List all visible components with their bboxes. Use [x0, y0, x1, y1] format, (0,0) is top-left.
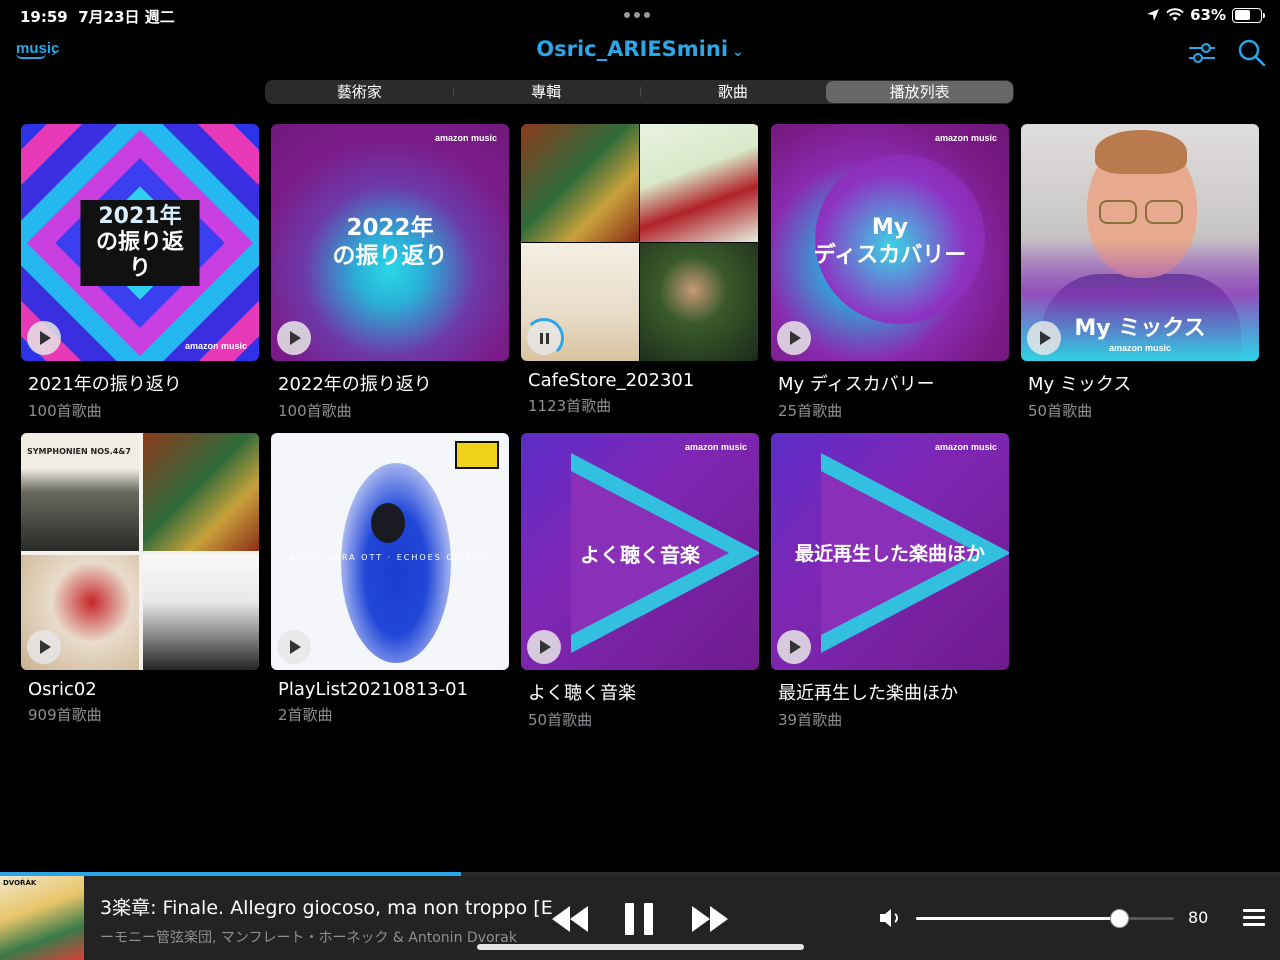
volume-value: 80 [1188, 908, 1209, 927]
playlist-artwork[interactable]: amazon music 2022年 の振り返り [271, 124, 509, 361]
now-playing-title[interactable]: 3楽章: Finale. Allegro giocoso, ma non tro… [100, 893, 552, 920]
amazon-music-brand: amazon music [934, 442, 997, 452]
status-time: 19:59 7月23日 週二 [20, 8, 175, 26]
amazon-music-brand: amazon music [934, 133, 997, 143]
amazon-music-brand: amazon music [184, 341, 247, 351]
play-button[interactable] [1027, 321, 1061, 355]
playlist-card[interactable]: amazon music よく聴く音楽 よく聴く音楽 50首歌曲 [521, 433, 759, 730]
artwork-label: My ディスカバリー [813, 215, 967, 268]
pause-button[interactable] [527, 321, 561, 355]
playlist-card[interactable]: My ミックス amazon music My ミックス 50首歌曲 [1021, 124, 1259, 421]
artwork-label: よく聴く音楽 [580, 543, 700, 567]
label-badge [455, 441, 499, 469]
rewind-icon[interactable] [550, 902, 590, 936]
playlist-title[interactable]: 2022年の振り返り [278, 370, 509, 396]
play-icon [40, 640, 51, 654]
playlist-artwork[interactable]: amazon music よく聴く音楽 [521, 433, 759, 670]
status-bar: 19:59 7月23日 週二 63% [0, 0, 1280, 32]
play-icon [790, 331, 801, 345]
device-selector[interactable]: Osric_ARIESmini ⌄ [0, 37, 1280, 61]
playlist-title[interactable]: My ディスカバリー [778, 370, 1009, 396]
playlist-card[interactable]: amazon music 2022年 の振り返り 2022年の振り返り 100首… [271, 124, 509, 421]
fast-forward-icon[interactable] [690, 902, 730, 936]
amazon-music-brand: amazon music [684, 442, 747, 452]
pause-icon[interactable] [622, 902, 656, 936]
playlist-song-count: 1123首歌曲 [528, 397, 612, 415]
play-icon [290, 640, 301, 654]
category-tabs: 藝術家 專輯 歌曲 播放列表 [265, 80, 1014, 104]
search-icon[interactable] [1237, 38, 1267, 68]
playlist-title[interactable]: よく聴く音楽 [528, 679, 759, 705]
play-button[interactable] [527, 630, 561, 664]
play-button[interactable] [27, 321, 61, 355]
artwork-label: 最近再生した楽曲ほか [794, 543, 985, 565]
artwork-label: 2021年 の振り返り [80, 199, 200, 286]
playlist-title[interactable]: 2021年の振り返り [28, 370, 259, 396]
tab-songs[interactable]: 歌曲 [639, 81, 827, 103]
volume-icon[interactable] [878, 906, 904, 930]
playlist-title[interactable]: CafeStore_202301 [528, 370, 759, 391]
playlist-artwork[interactable]: ALICE SARA OTT · ECHOES OF LIFE [271, 433, 509, 670]
playlist-song-count: 50首歌曲 [528, 711, 593, 729]
playlist-artwork[interactable]: My ミックス amazon music [1021, 124, 1259, 361]
play-button[interactable] [777, 321, 811, 355]
location-icon [1147, 9, 1160, 21]
menu-icon[interactable] [1243, 909, 1265, 930]
playlist-card[interactable]: 2021年 の振り返り amazon music 2021年の振り返り 100首… [21, 124, 259, 421]
play-icon [790, 640, 801, 654]
tab-artists[interactable]: 藝術家 [266, 81, 453, 103]
multitasking-dots-icon[interactable] [624, 12, 650, 18]
playlist-title[interactable]: Osric02 [28, 679, 259, 700]
play-button[interactable] [27, 630, 61, 664]
playlist-card[interactable]: amazon music 最近再生した楽曲ほか 最近再生した楽曲ほか 39首歌曲 [771, 433, 1009, 730]
playlist-card[interactable]: SYMPHONIEN NOS.4&7 Osric02 909首歌曲 [21, 433, 259, 725]
play-button[interactable] [777, 630, 811, 664]
playlist-title[interactable]: 最近再生した楽曲ほか [778, 679, 1009, 705]
artwork-label: SYMPHONIEN NOS.4&7 [27, 447, 131, 456]
artwork-label: 2022年 の振り返り [332, 215, 448, 269]
playlist-artwork[interactable]: amazon music My ディスカバリー [771, 124, 1009, 361]
play-button[interactable] [277, 321, 311, 355]
playlist-title[interactable]: PlayList20210813-01 [278, 679, 509, 700]
playlist-title[interactable]: My ミックス [1028, 370, 1259, 396]
tab-albums[interactable]: 專輯 [452, 81, 640, 103]
playlist-card[interactable]: CafeStore_202301 1123首歌曲 [521, 124, 759, 416]
chevron-down-icon: ⌄ [732, 44, 744, 60]
playlist-card[interactable]: ALICE SARA OTT · ECHOES OF LIFE PlayList… [271, 433, 509, 725]
status-indicators: 63% [1146, 6, 1265, 24]
volume-slider[interactable] [916, 917, 1174, 920]
playlist-song-count: 909首歌曲 [28, 706, 102, 724]
playlist-song-count: 39首歌曲 [778, 711, 843, 729]
battery-percent: 63% [1190, 6, 1226, 24]
playlist-card[interactable]: amazon music My ディスカバリー My ディスカバリー 25首歌曲 [771, 124, 1009, 421]
play-button[interactable] [277, 630, 311, 664]
home-indicator [477, 944, 804, 950]
artwork-label: ALICE SARA OTT · ECHOES OF LIFE [289, 553, 491, 562]
playlist-artwork[interactable]: amazon music 最近再生した楽曲ほか [771, 433, 1009, 670]
playlist-artwork[interactable]: 2021年 の振り返り amazon music [21, 124, 259, 361]
tab-playlists[interactable]: 播放列表 [826, 81, 1013, 103]
play-icon [1040, 331, 1051, 345]
play-icon [540, 640, 551, 654]
battery-icon [1232, 7, 1265, 23]
play-icon [290, 331, 301, 345]
playlist-song-count: 100首歌曲 [28, 402, 102, 420]
play-icon [40, 331, 51, 345]
playlist-song-count: 2首歌曲 [278, 706, 333, 724]
playlist-song-count: 100首歌曲 [278, 402, 352, 420]
volume-slider-handle[interactable] [1110, 909, 1129, 928]
now-playing-artwork[interactable]: DVOŘÁK [0, 876, 84, 960]
filter-icon[interactable] [1187, 38, 1217, 68]
playlist-artwork[interactable]: SYMPHONIEN NOS.4&7 [21, 433, 259, 670]
amazon-music-brand: amazon music [434, 133, 497, 143]
playlist-artwork[interactable] [521, 124, 759, 361]
pause-icon [539, 332, 549, 344]
wifi-icon [1166, 8, 1184, 21]
playlist-song-count: 25首歌曲 [778, 402, 843, 420]
playlist-song-count: 50首歌曲 [1028, 402, 1093, 420]
